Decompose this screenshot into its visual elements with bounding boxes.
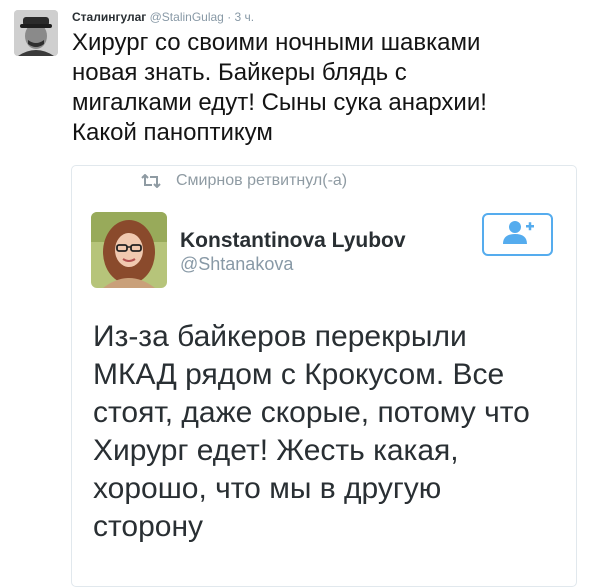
separator-dot: · xyxy=(227,10,232,24)
retweet-icon xyxy=(140,174,162,188)
quoted-author-handle[interactable]: @Shtanakova xyxy=(180,254,293,275)
follow-button[interactable] xyxy=(482,213,553,256)
author-handle[interactable]: @StalinGulag xyxy=(150,10,224,24)
tweet-time[interactable]: 3 ч. xyxy=(235,10,255,24)
quoted-tweet-card[interactable]: Смирнов ретвитнул(-а) Konstantinova Lyub… xyxy=(71,165,577,587)
retweet-context: Смирнов ретвитнул(-а) xyxy=(140,172,347,190)
quoted-author-name[interactable]: Konstantinova Lyubov xyxy=(180,229,406,253)
author-name[interactable]: Сталингулаг xyxy=(72,10,146,24)
quoted-author-avatar[interactable] xyxy=(91,212,167,288)
retweet-label: Смирнов ретвитнул(-а) xyxy=(176,172,348,189)
tweet-text: Хирург со своими ночными шавками новая з… xyxy=(72,29,487,146)
tweet-header: Сталингулаг @StalinGulag · 3 ч. xyxy=(72,10,254,24)
quoted-tweet-text: Из-за байкеров перекрыли МКАД рядом с Кр… xyxy=(93,320,530,543)
follow-user-icon xyxy=(501,219,535,250)
avatar[interactable] xyxy=(14,10,58,56)
